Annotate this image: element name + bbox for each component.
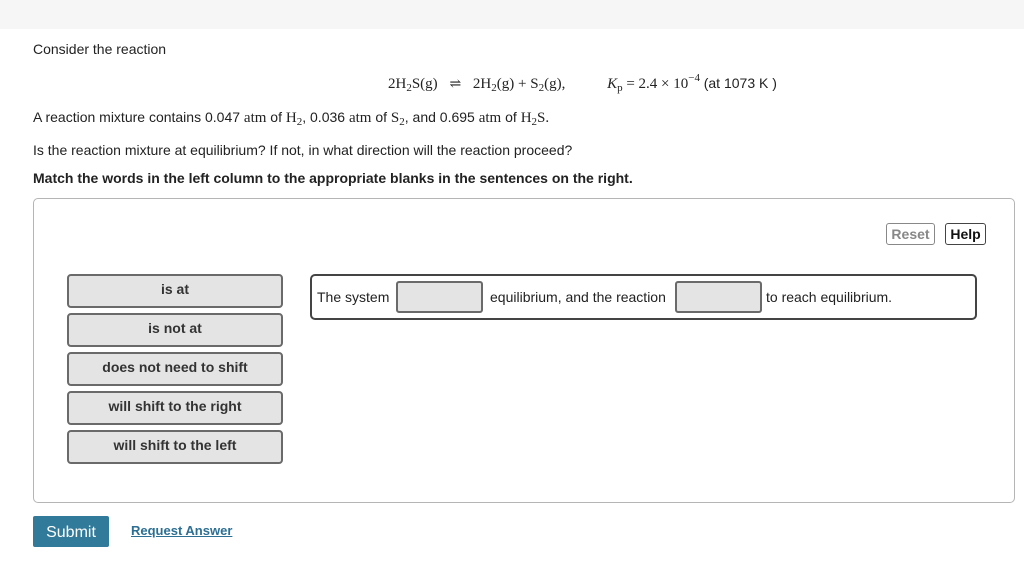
mixture-text: A reaction mixture contains 0.047 atm of…: [33, 109, 550, 128]
help-button[interactable]: Help: [945, 223, 986, 245]
plus-sign: +: [518, 76, 527, 92]
reaction-equation: 2H2S(g) ⇌ 2H2(g) + S2(g), Kp = 2.4 × 10−…: [388, 72, 777, 94]
kp-temperature: (at 1073 K ): [703, 75, 777, 91]
request-answer-link[interactable]: Request Answer: [131, 523, 232, 538]
sentence-part-1: The system: [317, 289, 390, 305]
s2-pressure: 0.036: [310, 109, 346, 125]
sentence-part-3: to reach equilibrium.: [766, 289, 893, 305]
product-h2: 2H2(g): [472, 76, 515, 94]
h2-pressure: 0.047: [204, 109, 241, 125]
question-text: Is the reaction mixture at equilibrium? …: [33, 142, 573, 158]
product-s2: S2(g),: [530, 76, 566, 94]
intro-text: Consider the reaction: [33, 41, 167, 57]
choice-will-shift-right[interactable]: will shift to the right: [67, 391, 283, 425]
reactant: 2H2S(g): [388, 76, 438, 94]
choice-is-at[interactable]: is at: [67, 274, 283, 308]
instruction-text: Match the words in the left column to th…: [33, 170, 633, 186]
choice-is-not-at[interactable]: is not at: [67, 313, 283, 347]
blank-2-dropzone[interactable]: [675, 281, 762, 313]
top-bar: [0, 0, 1024, 29]
h2s-pressure: 0.695: [439, 109, 475, 125]
choice-does-not-need-to-shift[interactable]: does not need to shift: [67, 352, 283, 386]
sentence-box: The system equilibrium, and the reaction…: [310, 274, 977, 320]
reset-button[interactable]: Reset: [886, 223, 935, 245]
kp-value: = 2.4 × 10−4: [622, 72, 700, 92]
blank-1-dropzone[interactable]: [396, 281, 483, 313]
equilibrium-arrow-icon: ⇌: [449, 77, 462, 92]
sentence-part-2: equilibrium, and the reaction: [490, 289, 666, 305]
kp-symbol: Kp: [607, 76, 623, 94]
submit-button[interactable]: Submit: [33, 516, 109, 547]
choice-will-shift-left[interactable]: will shift to the left: [67, 430, 283, 464]
